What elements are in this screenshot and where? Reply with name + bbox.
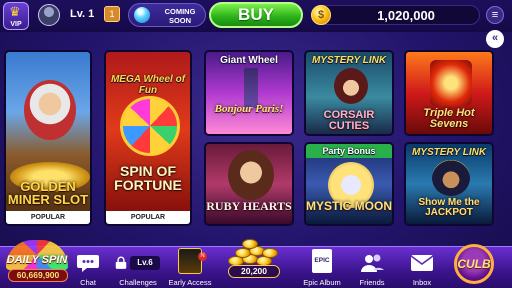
game-subtitle: MYSTERY LINK — [311, 55, 387, 66]
game-tile-corsair-cuties[interactable]: MYSTERY LINK CORSAIR CUTIES — [304, 50, 394, 136]
game-tile-spin-of-fortune[interactable]: MEGA Wheel of Fun SPIN OF FORTUNE POPULA… — [104, 50, 192, 226]
player-level: Lv. 1 — [70, 8, 95, 20]
friends-label: Friends — [359, 278, 385, 287]
club-button[interactable]: CULB — [454, 244, 494, 284]
game-subtitle: Giant Wheel — [220, 55, 278, 66]
menu-button[interactable]: ≡ — [486, 6, 504, 24]
epic-badge: EPIC — [314, 257, 330, 264]
game-tile-show-me-the-jackpot[interactable]: MYSTERY LINK Show Me the JACKPOT — [404, 142, 494, 226]
early-access-button[interactable]: N Early Access — [168, 246, 212, 288]
game-tile-mystic-moon[interactable]: Party Bonus MYSTIC MOON — [304, 142, 394, 226]
epic-album-label: Epic Album — [303, 278, 341, 287]
pharaoh-character — [432, 160, 470, 196]
game-tile-ruby-hearts[interactable]: RUBY HEARTS — [204, 142, 294, 226]
inbox-label: Inbox — [412, 278, 432, 287]
chat-label: Chat — [80, 278, 96, 287]
daily-spin-label: DAILY SPIN — [6, 254, 68, 266]
collapse-arrow-button[interactable]: « — [486, 30, 504, 48]
slot-thumbnail-icon — [178, 248, 202, 274]
game-title: Bonjour Paris! — [214, 103, 284, 115]
game-title: RUBY HEARTS — [206, 199, 292, 213]
avatar[interactable] — [38, 4, 60, 26]
friends-button[interactable]: Friends — [350, 246, 394, 288]
chat-bubble-icon — [77, 255, 99, 272]
level-badge-icon[interactable]: 1 — [104, 6, 120, 22]
crown-icon: ♛ — [9, 4, 21, 19]
party-bonus-badge: Party Bonus — [306, 144, 392, 158]
top-bar: ♛ VIP Lv. 1 1 COMING SOON BUY $ 1,020,00… — [0, 0, 512, 32]
game-title: Triple Hot Sevens — [423, 107, 475, 130]
game-title: MYSTIC MOON — [306, 199, 392, 213]
coming-soon-button[interactable]: COMING SOON — [128, 3, 206, 27]
game-title: GOLDEN MINER SLOT — [7, 179, 89, 207]
challenges-button[interactable]: Lv.6 Challenges — [115, 246, 160, 288]
lucky-seven — [430, 60, 472, 106]
new-badge-icon: N — [198, 252, 207, 261]
coin-balance-bar[interactable]: $ 1,020,000 — [311, 5, 480, 25]
fortune-wheel — [120, 96, 180, 156]
game-tile-triple-hot-sevens[interactable]: Triple Hot Sevens — [404, 50, 494, 136]
lock-icon — [115, 256, 127, 269]
friends-icon — [361, 254, 384, 272]
game-title: Show Me the JACKPOT — [418, 197, 480, 218]
coin-pile-amount: 20,200 — [228, 265, 280, 278]
inbox-button[interactable]: Inbox — [400, 246, 444, 288]
vip-label: VIP — [10, 21, 22, 28]
eiffel-tower — [244, 68, 258, 108]
epic-album-button[interactable]: EPIC Epic Album — [300, 246, 344, 288]
vip-button[interactable]: ♛ VIP — [3, 2, 29, 30]
woman-character — [228, 150, 274, 200]
miner-character — [24, 80, 76, 140]
game-subtitle: MYSTERY LINK — [411, 147, 487, 158]
album-icon: EPIC — [312, 249, 332, 273]
early-access-label: Early Access — [168, 278, 212, 287]
challenges-level-badge: Lv.6 — [130, 256, 160, 270]
game-tile-golden-miner[interactable]: GOLDEN MINER SLOT POPULAR — [4, 50, 92, 226]
coming-soon-label: COMING SOON — [164, 7, 196, 25]
envelope-icon — [410, 255, 434, 271]
challenges-label: Challenges — [119, 278, 157, 287]
daily-spin-amount: 60,669,900 — [8, 269, 68, 282]
game-tile-bonjour-paris[interactable]: Giant Wheel Bonjour Paris! — [204, 50, 294, 136]
diamond-icon — [134, 7, 150, 23]
buy-button[interactable]: BUY — [209, 2, 303, 28]
coin-balance: 1,020,000 — [377, 8, 435, 23]
pirate-character — [334, 68, 368, 104]
game-title: SPIN OF FORTUNE — [114, 163, 182, 193]
game-subtitle: MEGA Wheel of Fun — [110, 74, 186, 96]
chat-button[interactable]: Chat — [66, 246, 110, 288]
popular-tag: POPULAR — [6, 211, 90, 224]
popular-tag: POPULAR — [106, 211, 190, 224]
game-title: CORSAIR CUTIES — [323, 109, 375, 132]
